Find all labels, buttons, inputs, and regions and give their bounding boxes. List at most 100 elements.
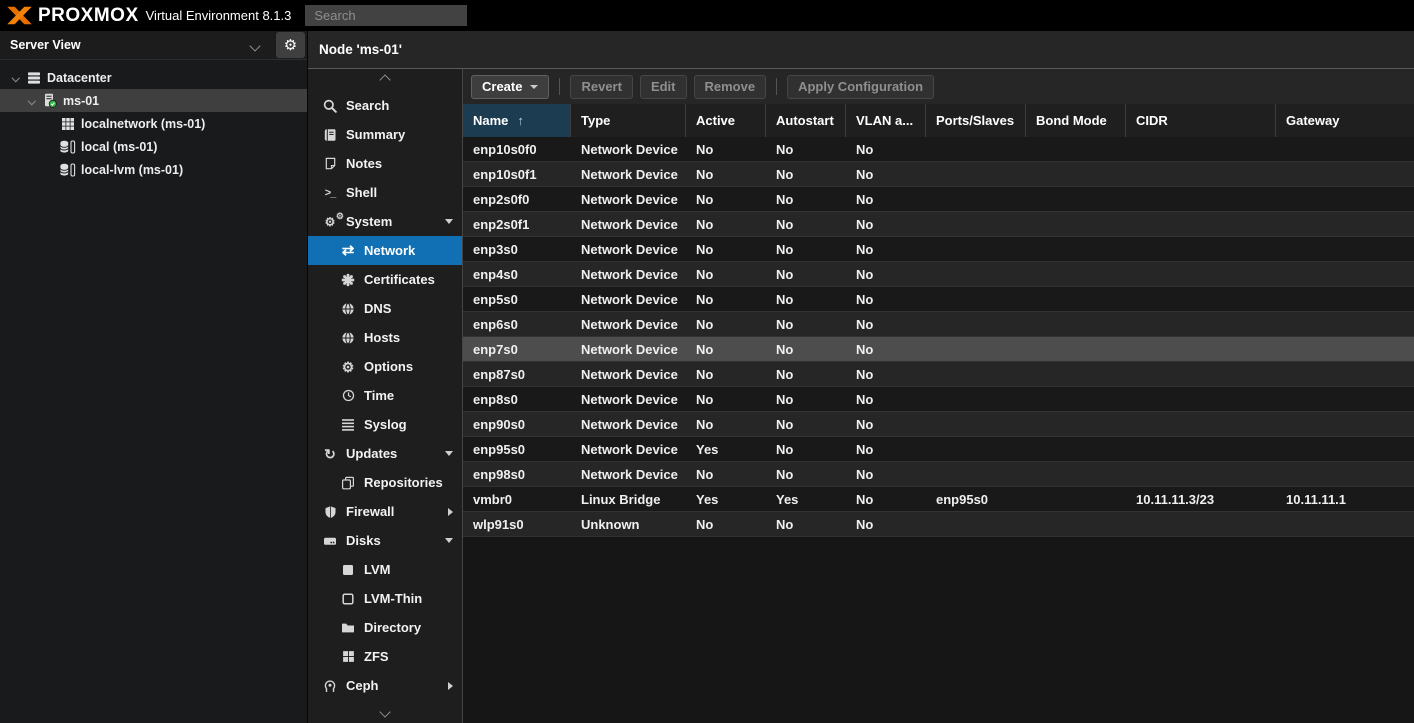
nav-item-label: Notes [346,156,382,171]
table-row[interactable]: enp10s0f0 Network Device No No No [463,137,1414,162]
cell-active: No [686,267,766,282]
nav-item-label: Time [364,388,394,403]
remove-button[interactable]: Remove [694,75,767,99]
chevron-down-icon [249,40,260,51]
table-row[interactable]: enp10s0f1 Network Device No No No [463,162,1414,187]
cell-active: No [686,317,766,332]
cell-type: Network Device [571,217,686,232]
nav-scroll-up[interactable] [308,69,462,91]
nav-item-label: System [346,214,392,229]
column-header-gateway[interactable]: Gateway [1276,104,1414,137]
table-row[interactable]: enp4s0 Network Device No No No [463,262,1414,287]
column-header-cidr[interactable]: CIDR [1126,104,1276,137]
nav-item-dns[interactable]: DNS [308,294,462,323]
tree-item-storage-local[interactable]: local (ms-01) [0,135,307,158]
nav-item-ceph[interactable]: Ceph [308,671,462,700]
table-row[interactable]: enp7s0 Network Device No No No [463,337,1414,362]
button-label: Remove [705,79,756,94]
cell-name: enp10s0f1 [463,167,571,182]
cell-autostart: No [766,467,846,482]
nav-item-lvm[interactable]: LVM [308,555,462,584]
column-header-active[interactable]: Active [686,104,766,137]
view-selector-dropdown[interactable]: Server View [0,31,273,59]
cell-autostart: No [766,192,846,207]
tree-item-datacenter[interactable]: Datacenter [0,66,307,89]
expander-icon[interactable] [24,98,39,104]
tree-item-localnetwork[interactable]: localnetwork (ms-01) [0,112,307,135]
cell-name: enp90s0 [463,417,571,432]
expanded-caret-icon [445,219,453,224]
nav-item-disks[interactable]: Disks [308,526,462,555]
nav-item-updates[interactable]: ↻ Updates [308,439,462,468]
gear-icon: ⚙ [338,360,358,374]
nav-item-search[interactable]: Search [308,91,462,120]
nav-item-zfs[interactable]: ZFS [308,642,462,671]
nav-item-syslog[interactable]: Syslog [308,410,462,439]
tree-item-node-ms-01[interactable]: ms-01 [0,89,307,112]
nav-item-network[interactable]: ⇄ Network [308,236,462,265]
expander-icon[interactable] [8,75,23,81]
table-row[interactable]: vmbr0 Linux Bridge Yes Yes No enp95s0 10… [463,487,1414,512]
nav-item-label: Certificates [364,272,435,287]
table-row[interactable]: enp8s0 Network Device No No No [463,387,1414,412]
edit-button[interactable]: Edit [640,75,687,99]
tree-settings-button[interactable]: ⚙ [276,32,305,58]
cell-ports-slaves: enp95s0 [926,492,1026,507]
clock-icon [338,389,358,402]
apply-configuration-button[interactable]: Apply Configuration [787,75,934,99]
table-row[interactable]: wlp91s0 Unknown No No No [463,512,1414,537]
column-header-autostart[interactable]: Autostart [766,104,846,137]
column-header-bond-mode[interactable]: Bond Mode [1026,104,1126,137]
expanded-caret-icon [445,451,453,456]
column-header-type[interactable]: Type [571,104,686,137]
table-row[interactable]: enp87s0 Network Device No No No [463,362,1414,387]
nav-item-notes[interactable]: Notes [308,149,462,178]
tree-item-storage-local-lvm[interactable]: local-lvm (ms-01) [0,158,307,181]
datacenter-icon [23,71,44,85]
nav-item-hosts[interactable]: Hosts [308,323,462,352]
cell-name: vmbr0 [463,492,571,507]
cell-vlan-aware: No [846,267,926,282]
cell-active: No [686,517,766,532]
cell-type: Network Device [571,267,686,282]
nav-item-label: Options [364,359,413,374]
nav-item-repositories[interactable]: Repositories [308,468,462,497]
create-button[interactable]: Create [471,75,549,99]
cell-name: enp8s0 [463,392,571,407]
cell-name: enp4s0 [463,267,571,282]
cell-autostart: Yes [766,492,846,507]
top-bar: PROXMOX Virtual Environment 8.1.3 [0,0,1414,31]
table-row[interactable]: enp5s0 Network Device No No No [463,287,1414,312]
nav-item-summary[interactable]: Summary [308,120,462,149]
nav-item-shell[interactable]: >_ Shell [308,178,462,207]
revert-button[interactable]: Revert [570,75,632,99]
table-row[interactable]: enp2s0f0 Network Device No No No [463,187,1414,212]
cell-vlan-aware: No [846,242,926,257]
nav-item-system[interactable]: ⚙⚙ System [308,207,462,236]
resource-tree: Datacenter ms-01 [0,60,307,181]
nav-item-lvm-thin[interactable]: LVM-Thin [308,584,462,613]
table-row[interactable]: enp2s0f1 Network Device No No No [463,212,1414,237]
toolbar-separator [559,78,560,95]
cell-type: Linux Bridge [571,492,686,507]
shield-icon [320,505,340,519]
table-row[interactable]: enp95s0 Network Device Yes No No [463,437,1414,462]
column-header-ports-slaves[interactable]: Ports/Slaves [926,104,1026,137]
table-row[interactable]: enp3s0 Network Device No No No [463,237,1414,262]
table-row[interactable]: enp90s0 Network Device No No No [463,412,1414,437]
nav-item-time[interactable]: Time [308,381,462,410]
global-search-input[interactable] [305,5,467,26]
nav-scroll-down[interactable] [308,701,462,723]
column-header-name[interactable]: Name ↑ [463,104,571,137]
column-header-vlan-aware[interactable]: VLAN a... [846,104,926,137]
cell-vlan-aware: No [846,467,926,482]
cell-name: enp3s0 [463,242,571,257]
table-row[interactable]: enp98s0 Network Device No No No [463,462,1414,487]
nav-item-options[interactable]: ⚙ Options [308,352,462,381]
cell-active: No [686,217,766,232]
nav-item-directory[interactable]: Directory [308,613,462,642]
nav-item-certificates[interactable]: Certificates [308,265,462,294]
nav-item-firewall[interactable]: Firewall [308,497,462,526]
table-row[interactable]: enp6s0 Network Device No No No [463,312,1414,337]
certificate-icon [338,273,358,287]
